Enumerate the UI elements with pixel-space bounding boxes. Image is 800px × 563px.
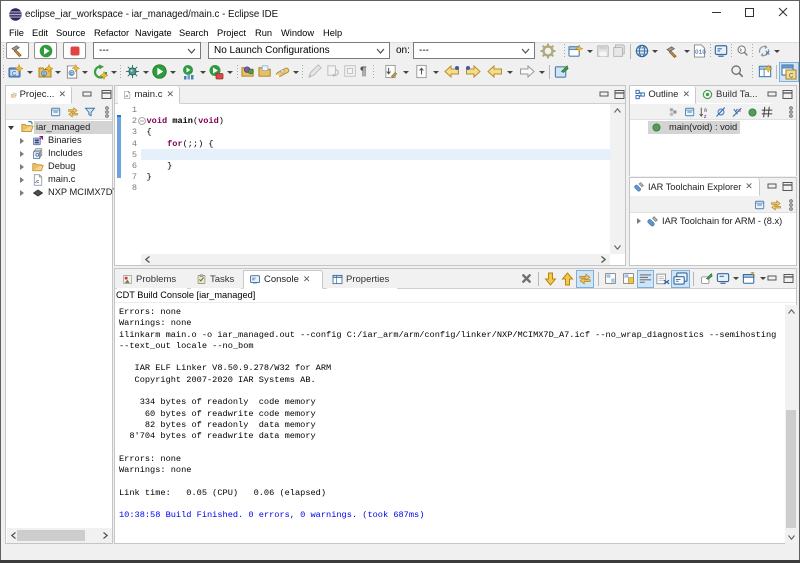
svg-text:C: C xyxy=(789,74,794,80)
svg-text:c: c xyxy=(43,72,46,78)
svg-text:a: a xyxy=(704,108,708,114)
svg-text:c: c xyxy=(70,71,73,77)
svg-text:C: C xyxy=(12,72,17,78)
svg-text:z: z xyxy=(704,114,707,119)
svg-text:010: 010 xyxy=(695,49,706,56)
svg-text:.c: .c xyxy=(35,179,40,185)
